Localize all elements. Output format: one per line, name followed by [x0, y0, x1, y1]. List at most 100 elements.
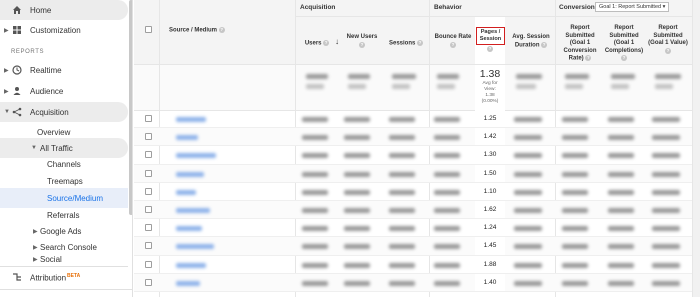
col-header-label: Report Submitted (Goal 1 Completions) — [604, 25, 644, 54]
chevron-right-icon: ▶ — [4, 27, 9, 34]
redacted-source-medium-link[interactable] — [176, 189, 196, 195]
redacted-metric — [389, 171, 415, 177]
sidebar-item-attribution[interactable]: AttributionBETA — [0, 266, 128, 288]
row-checkbox[interactable] — [145, 151, 152, 159]
redacted-source-medium-link[interactable] — [176, 280, 200, 286]
table-row[interactable]: 1.62 — [134, 201, 692, 220]
col-header-avg-session[interactable]: Avg. Session Duration ? — [508, 34, 554, 50]
help-icon[interactable]: ? — [621, 55, 627, 61]
table-row[interactable]: 1.24 — [134, 219, 692, 238]
sidebar-item-acquisition[interactable]: ▼ Acquisition — [0, 102, 128, 122]
redacted-source-medium-link[interactable] — [176, 226, 202, 232]
select-all-checkbox[interactable] — [145, 26, 152, 33]
table-row[interactable]: 1.30 — [134, 146, 692, 165]
redacted-source-medium-link[interactable] — [176, 153, 216, 159]
sidebar-item-label: Realtime — [30, 65, 62, 75]
col-header-source-medium[interactable]: Source / Medium ? — [169, 27, 225, 35]
redacted-source-medium-link[interactable] — [176, 208, 210, 213]
report-table: Acquisition Behavior Conversions Goal 1:… — [134, 0, 700, 297]
help-icon[interactable]: ? — [218, 27, 225, 33]
redacted-total — [306, 74, 328, 79]
table-row[interactable]: 1.45 — [134, 237, 692, 256]
redacted-metric — [652, 244, 680, 250]
help-icon[interactable]: ? — [585, 55, 592, 61]
row-checkbox[interactable] — [145, 169, 152, 177]
chevron-down-icon: ▾ — [662, 4, 666, 10]
col-header-users[interactable]: Users ? — [299, 40, 335, 48]
table-scrollbar[interactable] — [692, 0, 700, 297]
redacted-total — [611, 84, 629, 89]
row-checkbox[interactable] — [145, 224, 152, 232]
home-icon — [13, 6, 21, 14]
help-icon[interactable]: ? — [665, 47, 671, 54]
col-header-sessions[interactable]: Sessions ? — [384, 40, 428, 48]
sidebar-item-home[interactable]: Home — [0, 0, 128, 20]
redacted-metric — [302, 244, 328, 250]
redacted-source-medium-link[interactable] — [176, 135, 198, 141]
redacted-metric — [389, 135, 415, 141]
sidebar-item-label: Source/Medium — [47, 193, 104, 203]
table-row[interactable]: 1.50 — [134, 164, 692, 183]
help-icon[interactable]: ? — [417, 40, 424, 46]
redacted-source-medium-link[interactable] — [176, 117, 206, 122]
row-checkbox[interactable] — [145, 133, 152, 141]
row-checkbox[interactable] — [145, 206, 152, 213]
pages-session-value: 1.42 — [483, 133, 497, 141]
redacted-total — [565, 74, 589, 79]
goal-select[interactable]: Goal 1: Report Submitted ▾ — [595, 2, 670, 12]
col-header-value[interactable]: Report Submitted (Goal 1 Value) ? — [646, 25, 690, 56]
row-checkbox[interactable] — [145, 260, 152, 268]
table-row[interactable]: 1.40 — [134, 273, 692, 292]
col-header-conversion-rate[interactable]: Report Submitted (Goal 1 Conversion Rate… — [558, 25, 602, 63]
row-checkbox[interactable] — [145, 187, 152, 195]
redacted-metric — [514, 208, 542, 213]
sidebar-scrollbar[interactable] — [129, 0, 132, 215]
help-icon[interactable]: ? — [541, 41, 548, 48]
redacted-metric — [608, 226, 634, 232]
redacted-metric — [344, 189, 370, 195]
group-conversions: Conversions — [559, 4, 599, 11]
group-acquisition: Acquisition — [300, 4, 336, 11]
redacted-metric — [562, 171, 588, 177]
sidebar-item-customization[interactable]: ▶ Customization — [0, 20, 128, 40]
table-row[interactable]: 1.10 — [134, 182, 692, 201]
col-header-bounce-rate[interactable]: Bounce Rate? — [432, 34, 474, 50]
row-checkbox[interactable] — [145, 278, 152, 286]
chevron-down-icon: ▼ — [4, 109, 10, 115]
redacted-metric — [514, 171, 542, 177]
row-divider — [295, 16, 700, 17]
pages-session-value: 1.88 — [483, 260, 497, 268]
col-header-label: New Users — [346, 34, 378, 40]
table-row[interactable]: 1.42 — [134, 128, 692, 147]
customization-icon — [13, 26, 21, 34]
row-checkbox[interactable] — [145, 242, 152, 250]
redacted-metric — [302, 208, 328, 213]
pages-session-value: 1.45 — [483, 242, 497, 250]
redacted-metric — [434, 171, 460, 177]
help-icon[interactable]: ? — [359, 41, 365, 48]
redacted-source-medium-link[interactable] — [176, 244, 214, 250]
redacted-metric — [344, 244, 370, 250]
beta-badge: BETA — [67, 272, 81, 279]
redacted-source-medium-link[interactable] — [176, 262, 206, 268]
table-row[interactable]: 1.88 — [134, 255, 692, 274]
help-icon[interactable]: ? — [487, 46, 493, 52]
sidebar-item-label: All Traffic — [40, 143, 73, 153]
redacted-metric — [608, 244, 634, 250]
redacted-source-medium-link[interactable] — [176, 171, 204, 177]
sidebar-item-social[interactable]: ▶ Social — [0, 253, 128, 263]
chevron-right-icon: ▶ — [33, 228, 38, 235]
redacted-total — [306, 84, 324, 89]
sidebar-item-audience[interactable]: ▶ Audience — [0, 81, 128, 101]
sort-desc-icon[interactable]: ↓ — [332, 38, 342, 46]
help-icon[interactable]: ? — [450, 41, 456, 48]
redacted-metric — [562, 208, 588, 213]
col-header-new-users[interactable]: New Users? — [342, 34, 382, 50]
col-header-completions[interactable]: Report Submitted (Goal 1 Completions) ? — [604, 25, 644, 63]
table-row[interactable]: 1.25 — [134, 110, 692, 129]
help-icon[interactable]: ? — [323, 40, 330, 46]
sidebar-item-realtime[interactable]: ▶ Realtime — [0, 60, 128, 80]
attribution-label: Attribution — [30, 273, 67, 283]
row-checkbox[interactable] — [145, 115, 152, 122]
redacted-metric — [302, 171, 328, 177]
